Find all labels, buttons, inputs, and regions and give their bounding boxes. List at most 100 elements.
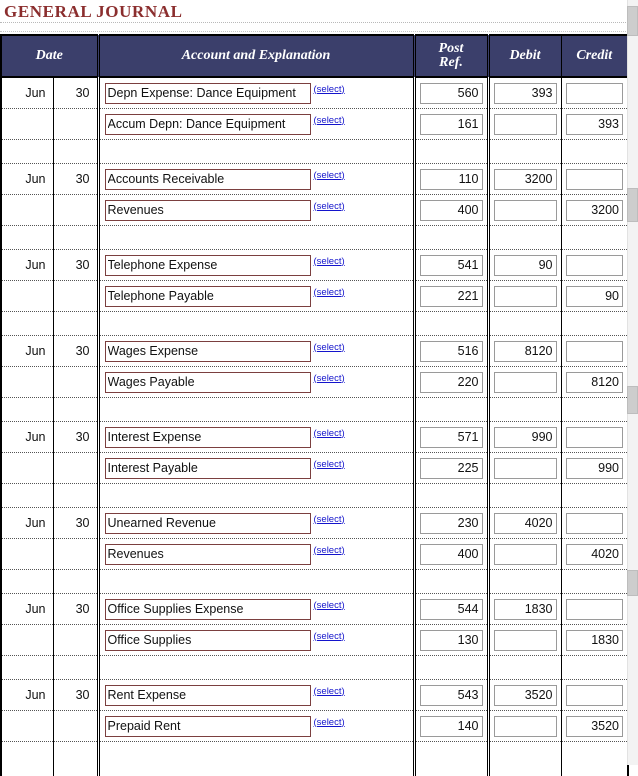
account-name-input[interactable] <box>105 169 311 190</box>
scrollbar-thumb[interactable] <box>627 570 638 596</box>
account-name-input[interactable] <box>105 544 311 565</box>
spacer-cell <box>53 226 98 250</box>
account-name-input[interactable] <box>105 599 311 620</box>
debit-input[interactable] <box>494 544 557 565</box>
post-ref-input[interactable] <box>420 372 483 393</box>
select-account-link[interactable]: (select) <box>314 342 345 353</box>
select-account-link[interactable]: (select) <box>314 545 345 556</box>
post-ref-input[interactable] <box>420 599 483 620</box>
account-name-input[interactable] <box>105 458 311 479</box>
select-account-link[interactable]: (select) <box>314 170 345 181</box>
credit-input[interactable] <box>566 169 624 190</box>
post-ref-input[interactable] <box>420 427 483 448</box>
credit-cell <box>561 594 628 625</box>
select-account-link[interactable]: (select) <box>314 287 345 298</box>
debit-input[interactable] <box>494 716 557 737</box>
select-account-link[interactable]: (select) <box>314 600 345 611</box>
post-ref-input[interactable] <box>420 630 483 651</box>
select-account-link[interactable]: (select) <box>314 201 345 212</box>
select-account-link[interactable]: (select) <box>314 256 345 267</box>
scrollbar-track[interactable] <box>627 0 638 765</box>
spacer-cell <box>1 140 53 164</box>
post-ref-cell <box>414 508 488 539</box>
scrollbar-thumb[interactable] <box>627 386 638 414</box>
post-ref-input[interactable] <box>420 458 483 479</box>
credit-input[interactable] <box>566 114 624 135</box>
post-ref-input[interactable] <box>420 286 483 307</box>
account-explanation-cell: (select) <box>98 680 414 711</box>
spacer-cell <box>1 226 53 250</box>
post-ref-input[interactable] <box>420 716 483 737</box>
credit-input[interactable] <box>566 716 624 737</box>
select-account-link[interactable]: (select) <box>314 84 345 95</box>
journal-entry-row: (select) <box>1 367 628 398</box>
post-ref-input[interactable] <box>420 200 483 221</box>
debit-input[interactable] <box>494 372 557 393</box>
select-account-link[interactable]: (select) <box>314 373 345 384</box>
post-ref-input[interactable] <box>420 114 483 135</box>
entry-day-cell: 30 <box>53 164 98 195</box>
debit-input[interactable] <box>494 341 557 362</box>
account-name-input[interactable] <box>105 200 311 221</box>
credit-input[interactable] <box>566 599 624 620</box>
select-account-link[interactable]: (select) <box>314 115 345 126</box>
entry-day-cell <box>53 109 98 140</box>
account-name-input[interactable] <box>105 513 311 534</box>
select-account-link[interactable]: (select) <box>314 631 345 642</box>
account-name-input[interactable] <box>105 341 311 362</box>
account-name-input[interactable] <box>105 114 311 135</box>
account-name-input[interactable] <box>105 286 311 307</box>
post-ref-input[interactable] <box>420 544 483 565</box>
debit-input[interactable] <box>494 427 557 448</box>
account-name-input[interactable] <box>105 685 311 706</box>
credit-input[interactable] <box>566 544 624 565</box>
scrollbar-thumb[interactable] <box>627 6 638 36</box>
scrollbar-thumb[interactable] <box>627 188 638 222</box>
debit-input[interactable] <box>494 458 557 479</box>
credit-input[interactable] <box>566 427 624 448</box>
debit-input[interactable] <box>494 169 557 190</box>
debit-input[interactable] <box>494 83 557 104</box>
select-account-link[interactable]: (select) <box>314 428 345 439</box>
post-ref-input[interactable] <box>420 255 483 276</box>
select-account-link[interactable]: (select) <box>314 717 345 728</box>
account-line: (select) <box>105 372 413 393</box>
select-account-link[interactable]: (select) <box>314 686 345 697</box>
credit-input[interactable] <box>566 513 624 534</box>
debit-input[interactable] <box>494 286 557 307</box>
credit-input[interactable] <box>566 255 624 276</box>
debit-input[interactable] <box>494 599 557 620</box>
debit-input[interactable] <box>494 200 557 221</box>
post-ref-input[interactable] <box>420 169 483 190</box>
account-name-input[interactable] <box>105 83 311 104</box>
debit-input[interactable] <box>494 114 557 135</box>
credit-input[interactable] <box>566 630 624 651</box>
account-name-input[interactable] <box>105 427 311 448</box>
credit-input[interactable] <box>566 286 624 307</box>
post-ref-cell <box>414 77 488 109</box>
entry-month-cell <box>1 195 53 226</box>
debit-input[interactable] <box>494 255 557 276</box>
post-ref-input[interactable] <box>420 341 483 362</box>
select-account-link[interactable]: (select) <box>314 459 345 470</box>
post-ref-cell <box>414 336 488 367</box>
account-name-input[interactable] <box>105 255 311 276</box>
credit-input[interactable] <box>566 685 624 706</box>
credit-input[interactable] <box>566 458 624 479</box>
account-name-input[interactable] <box>105 630 311 651</box>
account-line: (select) <box>105 341 413 362</box>
account-name-input[interactable] <box>105 372 311 393</box>
debit-input[interactable] <box>494 685 557 706</box>
credit-input[interactable] <box>566 83 624 104</box>
select-account-link[interactable]: (select) <box>314 514 345 525</box>
debit-input[interactable] <box>494 513 557 534</box>
post-ref-input[interactable] <box>420 513 483 534</box>
credit-input[interactable] <box>566 341 624 362</box>
debit-input[interactable] <box>494 630 557 651</box>
credit-input[interactable] <box>566 200 624 221</box>
account-name-input[interactable] <box>105 716 311 737</box>
vertical-scrollbar[interactable] <box>627 0 638 765</box>
post-ref-input[interactable] <box>420 83 483 104</box>
credit-input[interactable] <box>566 372 624 393</box>
post-ref-input[interactable] <box>420 685 483 706</box>
